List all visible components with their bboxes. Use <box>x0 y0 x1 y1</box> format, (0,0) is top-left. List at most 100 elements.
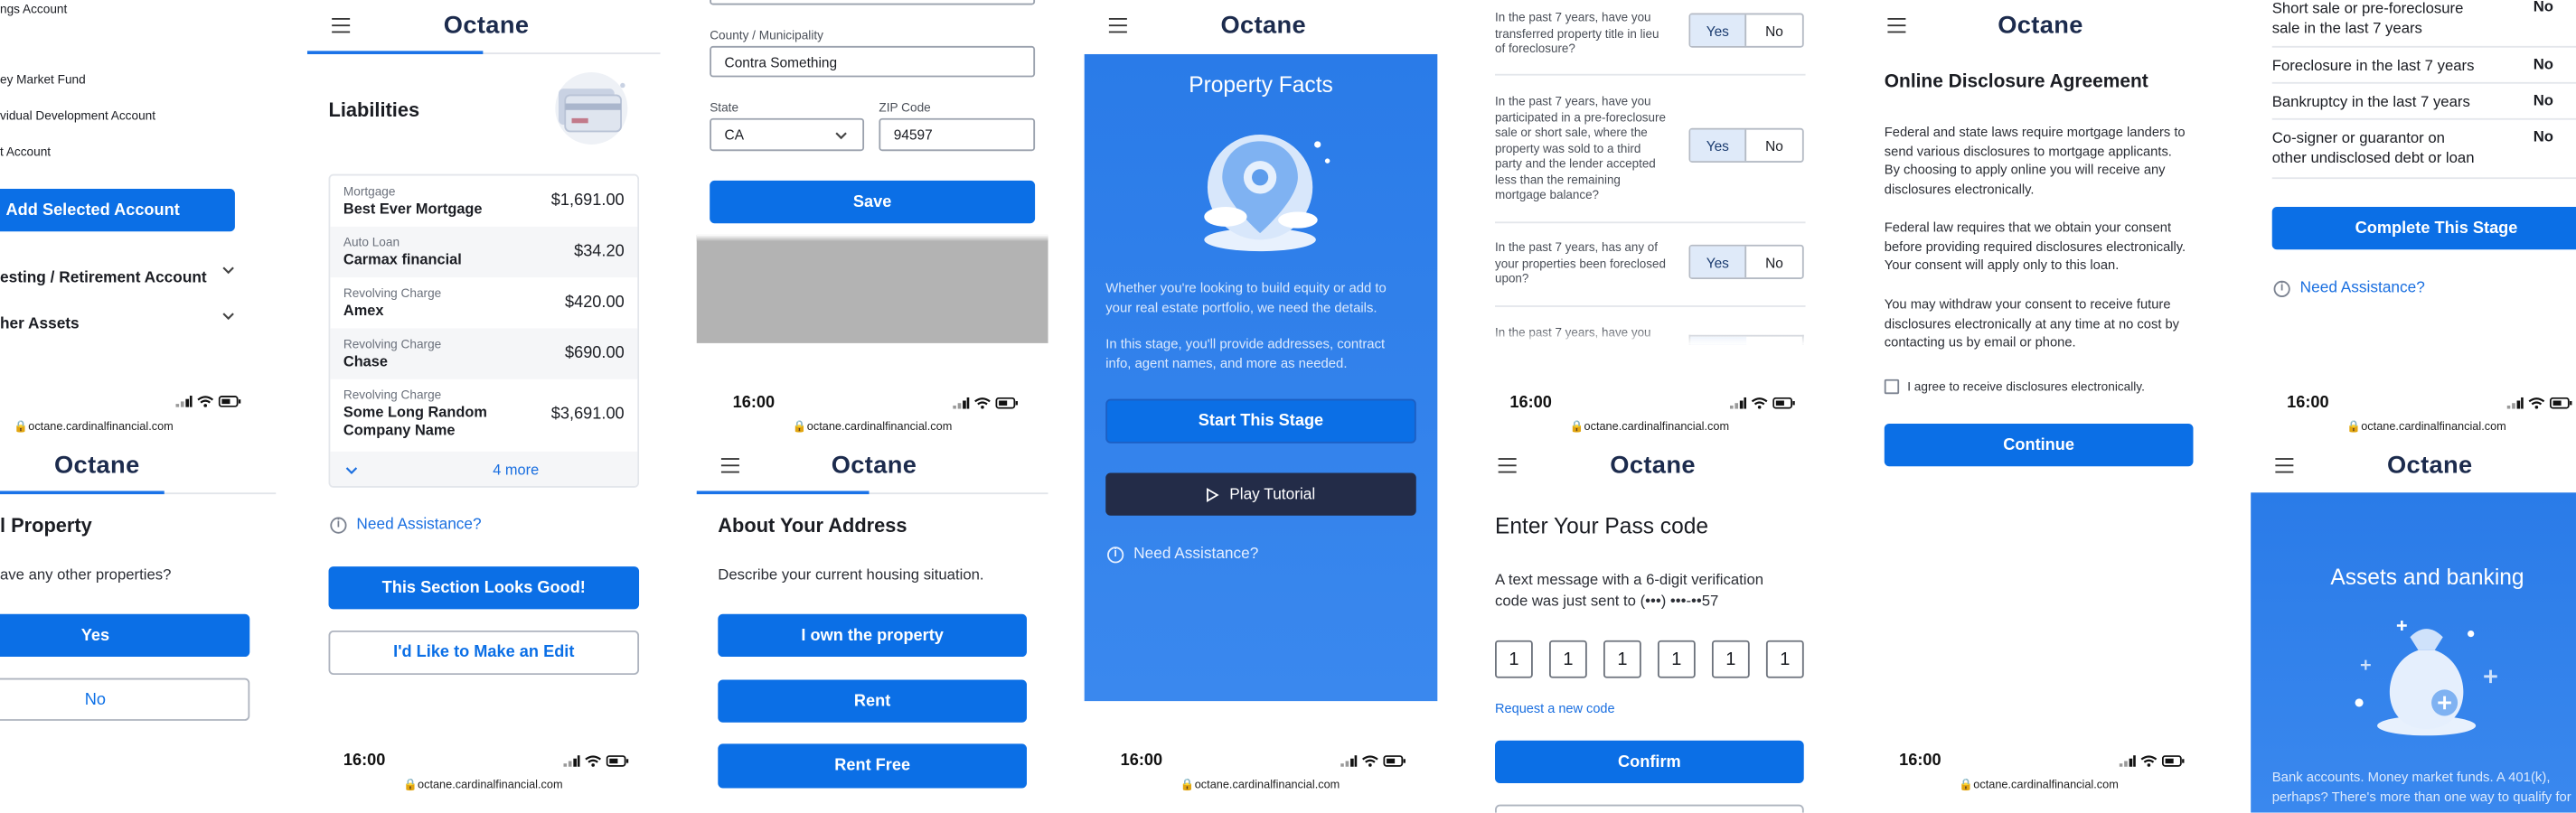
disclosure-line: contacting us by email or phone. <box>1884 335 2076 350</box>
question-line: participated in a pre-foreclosure <box>1495 108 1666 125</box>
account-option[interactable]: ey Market Fund <box>0 72 86 89</box>
rent-free-button[interactable]: Rent Free <box>718 743 1027 789</box>
url-bar[interactable]: 🔒octane.cardinalfinancial.com <box>708 420 1037 434</box>
yes-option[interactable]: Yes <box>1690 246 1747 278</box>
divider <box>1495 305 1806 307</box>
menu-icon[interactable] <box>2275 458 2294 474</box>
account-option[interactable]: ngs Account <box>0 2 67 18</box>
logo: Octane <box>1610 451 1696 480</box>
liability-name-line: Company Name <box>343 422 456 439</box>
yes-no-toggle[interactable]: Yes No <box>1688 244 1804 279</box>
chevron-down-icon <box>222 313 234 321</box>
battery-icon <box>1383 755 1406 767</box>
liability-amount: $690.00 <box>564 344 625 363</box>
url-bar[interactable]: 🔒octane.cardinalfinancial.com <box>1095 779 1424 791</box>
wifi-icon <box>1362 755 1378 767</box>
yes-no-toggle[interactable]: Yes No <box>1688 13 1804 48</box>
menu-icon[interactable] <box>720 458 739 474</box>
request-new-code-link[interactable]: Request a new code <box>1495 701 1615 715</box>
need-assistance-label: Need Assistance? <box>356 515 482 534</box>
yes-button[interactable]: Yes <box>0 613 250 658</box>
no-option[interactable]: No <box>1746 130 1802 162</box>
section-investing[interactable]: esting / Retirement Account <box>0 261 243 287</box>
agree-checkbox-row[interactable]: I agree to receive disclosures electroni… <box>1884 378 2145 395</box>
no-button[interactable]: No <box>0 678 250 721</box>
section-label: her Assets <box>0 314 80 333</box>
show-more-toggle[interactable]: 4 more <box>330 451 638 487</box>
zip-input[interactable]: 94597 <box>879 117 1036 152</box>
agree-checkbox[interactable] <box>1884 378 1900 395</box>
state-select[interactable]: CA <box>710 117 865 152</box>
url-bar[interactable]: 🔒octane.cardinalfinancial.com <box>2262 420 2576 434</box>
url-bar[interactable]: 🔒octane.cardinalfinancial.com <box>1875 779 2204 791</box>
code-digit-input[interactable]: 1 <box>1657 640 1696 678</box>
status-icons <box>2506 397 2573 409</box>
liability-row[interactable]: Revolving Charge Chase $690.00 <box>330 328 638 379</box>
liability-name: Best Ever Mortgage <box>343 200 483 217</box>
account-option[interactable]: vidual Development Account <box>0 108 155 125</box>
county-input[interactable]: Contra Something <box>710 45 1036 78</box>
yes-option[interactable]: Yes <box>1690 14 1747 46</box>
start-stage-button[interactable]: Start This Stage <box>1105 398 1416 444</box>
liability-row[interactable]: Auto Loan Carmax financial $34.20 <box>330 226 638 278</box>
section-looks-good-button[interactable]: This Section Looks Good! <box>328 566 640 610</box>
own-property-button[interactable]: I own the property <box>718 613 1027 658</box>
complete-stage-button[interactable]: Complete This Stage <box>2271 207 2576 250</box>
url-bar[interactable]: 🔒octane.cardinalfinancial.com <box>319 779 648 791</box>
need-assistance-link[interactable]: i Need Assistance? <box>330 515 482 534</box>
page-title: Liabilities <box>328 98 420 122</box>
add-selected-account-button[interactable]: Add Selected Account <box>0 189 235 232</box>
make-edit-button[interactable]: I'd Like to Make an Edit <box>328 630 640 676</box>
signal-icon <box>1729 397 1747 409</box>
need-assistance-link[interactable]: i Need Assistance? <box>2273 278 2425 297</box>
panel-property-facts: Octane Property Facts Whether you're loo… <box>1084 0 1438 813</box>
no-option[interactable]: No <box>1746 247 1802 278</box>
rent-button[interactable]: Rent <box>718 679 1027 723</box>
page-title: l Property <box>0 513 92 537</box>
battery-icon <box>2549 397 2572 409</box>
liability-category: Revolving Charge <box>343 336 442 351</box>
no-option[interactable]: No <box>1746 14 1802 46</box>
need-assistance-label: Need Assistance? <box>2299 278 2425 297</box>
status-icons <box>1729 397 1796 409</box>
confirm-button[interactable]: Confirm <box>1495 740 1804 783</box>
menu-icon[interactable] <box>1887 17 1906 33</box>
save-button[interactable]: Save <box>710 180 1036 224</box>
code-digit-input[interactable]: 1 <box>1548 640 1587 678</box>
url-bar[interactable]: 🔒octane.cardinalfinancial.com <box>1485 420 1814 434</box>
info-icon: i <box>1107 546 1124 563</box>
panel-disclosure: Octane Online Disclosure Agreement Feder… <box>1863 0 2215 813</box>
need-assistance-link[interactable]: i Need Assistance? <box>1107 545 1258 563</box>
code-digit-input[interactable]: 1 <box>1711 640 1750 678</box>
intro-line: Bank accounts. Money market funds. A 401… <box>2271 770 2551 785</box>
liability-row[interactable]: Mortgage Best Ever Mortgage $1,691.00 <box>330 175 638 227</box>
play-tutorial-button[interactable]: Play Tutorial <box>1105 472 1416 516</box>
yes-option[interactable]: Yes <box>1690 129 1747 162</box>
need-assistance-label: Need Assistance? <box>1133 545 1259 564</box>
yes-no-toggle[interactable]: Yes No <box>1688 127 1804 163</box>
account-option[interactable]: t Account <box>0 145 51 161</box>
code-digit-input[interactable]: 1 <box>1765 640 1804 678</box>
show-more-label: 4 more <box>493 461 540 478</box>
menu-icon[interactable] <box>1498 458 1517 474</box>
progress-bar <box>696 491 870 495</box>
menu-icon[interactable] <box>332 17 351 33</box>
code-digit-input[interactable]: 1 <box>1495 640 1533 678</box>
code-digit-input[interactable]: 1 <box>1603 640 1641 678</box>
status-time: 16:00 <box>1509 394 1552 413</box>
summary-value: No <box>2533 127 2554 145</box>
wifi-icon <box>2528 397 2545 409</box>
liability-row[interactable]: Revolving Charge Amex $420.00 <box>330 277 638 329</box>
liability-row[interactable]: Revolving Charge Some Long Random Company… <box>330 378 638 452</box>
menu-icon[interactable] <box>1108 17 1127 33</box>
intro-paragraph: Whether you're looking to build equity o… <box>1105 279 1417 317</box>
continue-button[interactable]: Continue <box>1884 423 2194 467</box>
wifi-icon <box>1751 397 1768 409</box>
page-title: Property Facts <box>1189 71 1333 98</box>
secondary-button-edge[interactable] <box>1495 804 1804 813</box>
disclosure-line: By choosing to apply online you will rec… <box>1884 163 2166 178</box>
passcode-description: A text message with a 6-digit verificati… <box>1495 570 1763 612</box>
question-line: In the past 7 years, have you <box>1495 9 1651 25</box>
section-other-assets[interactable]: her Assets <box>0 307 243 333</box>
url-bar[interactable]: 🔒octane.cardinalfinancial.com <box>0 420 258 434</box>
